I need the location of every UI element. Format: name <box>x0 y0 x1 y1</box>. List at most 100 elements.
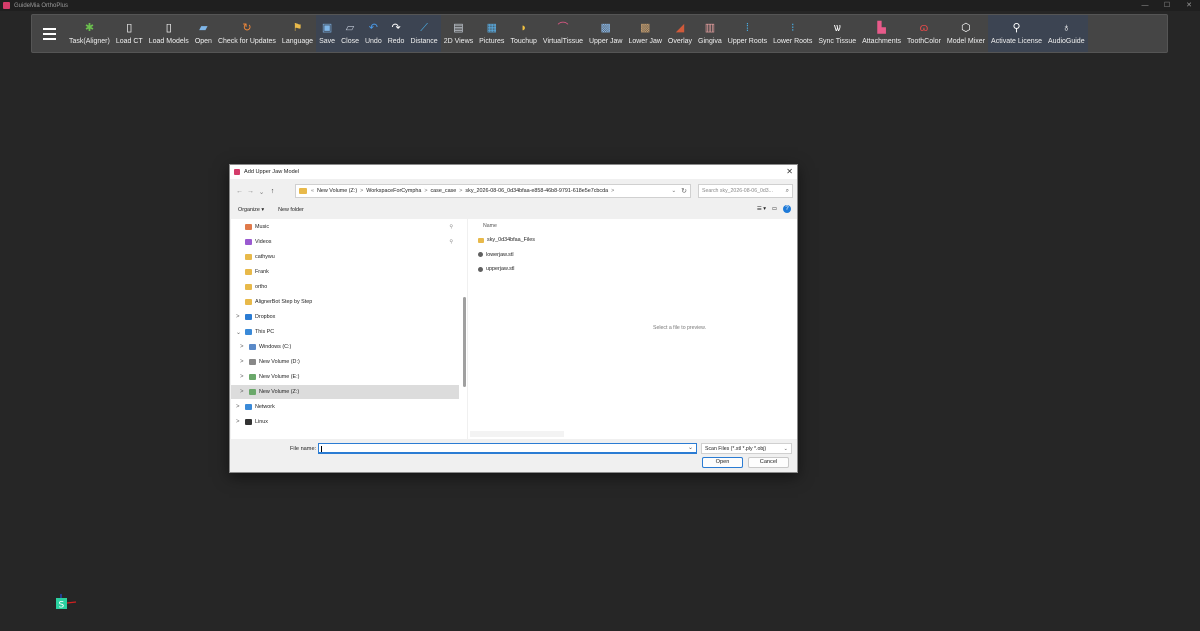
back-arrow-icon[interactable]: ← <box>234 188 245 195</box>
help-icon[interactable]: ? <box>783 205 791 213</box>
toolbar-button-sync-tissue[interactable]: ѡ Sync Tissue <box>815 15 859 52</box>
up-arrow-icon[interactable]: ↑ <box>267 188 278 195</box>
address-dropdown-icon[interactable]: ⌄ <box>671 188 676 194</box>
nav-item-label: Frank <box>255 269 269 275</box>
dialog-close-button[interactable]: ✕ <box>786 167 793 176</box>
file-name-label: File name: <box>290 446 317 452</box>
navigation-scrollbar[interactable] <box>462 219 467 439</box>
chevron-down-icon[interactable]: ⌄ <box>236 329 241 336</box>
nav-item-windows-c[interactable]: > Windows (C:) <box>231 340 459 354</box>
minimize-button[interactable]: — <box>1134 0 1156 11</box>
file-name: sky_0d34bfaa_Files <box>487 237 535 243</box>
view-options-button[interactable]: ☰ ▾ <box>757 206 766 212</box>
column-header-name[interactable]: Name <box>483 223 497 229</box>
nav-item-network[interactable]: > Network <box>231 400 459 414</box>
toolbar-button-save[interactable]: ▣ Save <box>316 15 338 52</box>
toolbar-button-activate-license[interactable]: ⚲ Activate License <box>988 15 1045 52</box>
file-list-item[interactable]: sky_0d34bfaa_Files <box>478 237 535 243</box>
toolbar-button-2d-views[interactable]: ▤ 2D Views <box>441 15 476 52</box>
search-icon[interactable]: ⌕ <box>786 188 789 195</box>
forward-arrow-icon[interactable]: → <box>245 188 256 195</box>
preview-pane-button[interactable]: ▭ <box>772 206 777 212</box>
chevron-down-icon[interactable]: ⌄ <box>784 446 788 452</box>
file-list-item[interactable]: upperjaw.stl <box>478 266 514 272</box>
chevron-right-icon[interactable]: > <box>236 314 240 320</box>
toolbar-button-close[interactable]: ▱ Close <box>338 15 362 52</box>
file-name-input[interactable]: ⌄ <box>318 443 697 454</box>
toolbar-button-load-ct[interactable]: ▯ Load CT <box>113 15 146 52</box>
nav-item-linux[interactable]: > Linux <box>231 415 459 429</box>
toolbar-button-upper-jaw[interactable]: ▩ Upper Jaw <box>586 15 625 52</box>
organize-button[interactable]: Organize ▾ <box>238 207 264 213</box>
folder-icon <box>478 237 484 243</box>
toolbar-button-lower-jaw[interactable]: ▩ Lower Jaw <box>625 15 664 52</box>
pin-icon[interactable]: ⚲ <box>449 224 453 230</box>
linux-icon <box>245 419 252 425</box>
pin-icon[interactable]: ⚲ <box>449 239 453 245</box>
chevron-right-icon[interactable]: > <box>240 389 244 395</box>
breadcrumb-segment[interactable]: New Volume (Z:) <box>317 188 357 194</box>
chevron-right-icon[interactable]: > <box>236 404 240 410</box>
toolbar-button-pictures[interactable]: ▦ Pictures <box>476 15 507 52</box>
chevron-right-icon[interactable]: > <box>236 419 240 425</box>
toolbar-button-label: Overlay <box>667 38 693 45</box>
toolbar-button-model-mixer[interactable]: ⬡ Model Mixer <box>944 15 988 52</box>
nav-item-cathywu[interactable]: cathywu <box>231 250 459 264</box>
toolbar-button-open[interactable]: ▰ Open <box>192 15 215 52</box>
nav-item-new-volume-e[interactable]: > New Volume (E:) <box>231 370 459 384</box>
horizontal-scrollbar[interactable] <box>470 431 564 437</box>
breadcrumb-segment[interactable]: case_case <box>430 188 456 194</box>
toolbar-button-toothcolor[interactable]: ɷ ToothColor <box>904 15 944 52</box>
chevron-right-icon[interactable]: > <box>240 344 244 350</box>
toolbar-button-redo[interactable]: ↷ Redo <box>385 15 408 52</box>
close-button[interactable]: ✕ <box>1178 0 1200 11</box>
breadcrumb-segment[interactable]: sky_2026-08-06_0d34bfaa-e858-46b8-9791-6… <box>465 188 608 194</box>
toolbar-button-touchup[interactable]: ◗ Touchup <box>507 15 539 52</box>
maximize-button[interactable]: ☐ <box>1156 0 1178 11</box>
toolbar-button-language[interactable]: ⚑ Language <box>279 15 316 52</box>
nav-item-new-volume-d[interactable]: > New Volume (D:) <box>231 355 459 369</box>
chevron-right-icon[interactable]: > <box>240 359 244 365</box>
breadcrumb-separator: > <box>360 188 364 194</box>
music-icon <box>245 224 252 230</box>
toolbar-button-label: ToothColor <box>907 38 941 45</box>
title-bar: GuideMia OrthoPlus — ☐ ✕ <box>0 0 1200 11</box>
nav-item-music[interactable]: Music ⚲ <box>231 220 459 234</box>
toolbar-button-upper-roots[interactable]: ⁞ Upper Roots <box>725 15 770 52</box>
toolbar-button-distance[interactable]: ⟋ Distance <box>407 15 440 52</box>
toolbar-button-gingiva[interactable]: ▥ Gingiva <box>695 15 725 52</box>
hamburger-icon[interactable] <box>32 15 66 52</box>
toolbar-button-load-models[interactable]: ▯ Load Models <box>146 15 192 52</box>
chevron-right-icon[interactable]: > <box>240 374 244 380</box>
toolbar-button-lower-roots[interactable]: ⁝ Lower Roots <box>770 15 815 52</box>
address-bar[interactable]: « New Volume (Z:) > WorkspaceForCympha >… <box>295 184 691 198</box>
nav-item-alignerbot-step-by-step[interactable]: AlignerBot Step by Step <box>231 295 459 309</box>
nav-item-ortho[interactable]: ortho <box>231 280 459 294</box>
nav-item-videos[interactable]: Videos ⚲ <box>231 235 459 249</box>
toolbar-button-check-for-updates[interactable]: ↻ Check for Updates <box>215 15 279 52</box>
nav-item-label: ortho <box>255 284 268 290</box>
nav-item-dropbox[interactable]: > Dropbox <box>231 310 459 324</box>
breadcrumb-segment[interactable]: WorkspaceForCympha <box>366 188 421 194</box>
recent-locations-icon[interactable]: ⌄ <box>256 188 267 196</box>
toolbar-button-task-aligner[interactable]: ✱ Task(Aligner) <box>66 15 113 52</box>
scrollbar-thumb[interactable] <box>463 297 466 387</box>
nav-item-frank[interactable]: Frank <box>231 265 459 279</box>
refresh-icon[interactable]: ↻ <box>681 187 687 195</box>
nav-item-this-pc[interactable]: ⌄ This PC <box>231 325 459 339</box>
toolbar-group-license: ⚲ Activate License ♁ AudioGuide <box>988 15 1088 52</box>
search-input[interactable]: Search sky_2026-08-06_0d3... ⌕ <box>698 184 793 198</box>
toolbar-button-virtualtissue[interactable]: ⌒ VirtualTissue <box>540 15 586 52</box>
toolbar-button-attachments[interactable]: ▙ Attachments <box>859 15 904 52</box>
toolbar-button-undo[interactable]: ↶ Undo <box>362 15 385 52</box>
open-button[interactable]: Open <box>702 457 743 468</box>
file-list-item[interactable]: lowerjaw.stl <box>478 252 514 258</box>
new-folder-button[interactable]: New folder <box>278 207 304 213</box>
toolbar-button-audioguide[interactable]: ♁ AudioGuide <box>1045 15 1088 52</box>
chevron-down-icon[interactable]: ⌄ <box>688 444 693 451</box>
address-overflow[interactable]: « <box>311 188 314 194</box>
toolbar-button-overlay[interactable]: ◢ Overlay <box>665 15 695 52</box>
nav-item-new-volume-z[interactable]: > New Volume (Z:) <box>231 385 459 399</box>
cancel-button[interactable]: Cancel <box>748 457 789 468</box>
file-type-select[interactable]: Scan Files (*.stl *.ply *.obj) ⌄ <box>701 443 792 454</box>
